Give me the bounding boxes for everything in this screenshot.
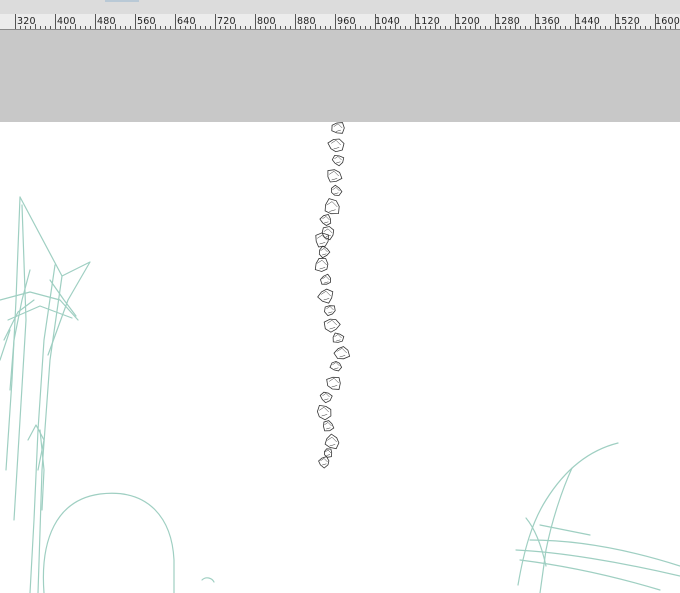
ruler-label: 1600 <box>655 16 680 27</box>
ruler-label: 1280 <box>495 16 520 27</box>
ruler-label: 1200 <box>455 16 480 27</box>
ruler-label: 480 <box>97 16 116 27</box>
ruler-label: 640 <box>177 16 196 27</box>
bead-chain-drawing <box>314 122 351 469</box>
ruler-label: 400 <box>57 16 76 27</box>
ruler-label: 560 <box>137 16 156 27</box>
ruler-label: 1120 <box>415 16 440 27</box>
horizontal-ruler[interactable]: 320 400 480 560 640 720 800 880 960 1040… <box>0 14 680 30</box>
ruler-label: 880 <box>297 16 316 27</box>
ruler-label: 960 <box>337 16 356 27</box>
sketch-strokes <box>0 122 680 593</box>
document-canvas[interactable] <box>0 122 680 593</box>
ruler-label: 1520 <box>615 16 640 27</box>
ruler-label: 1040 <box>375 16 400 27</box>
ruler-label: 720 <box>217 16 236 27</box>
pasteboard-area <box>0 30 680 122</box>
ruler-label: 1360 <box>535 16 560 27</box>
ruler-label: 320 <box>17 16 36 27</box>
window-top-strip <box>0 0 680 14</box>
tab-edge <box>105 0 139 2</box>
ruler-label: 1440 <box>575 16 600 27</box>
ruler-label: 800 <box>257 16 276 27</box>
